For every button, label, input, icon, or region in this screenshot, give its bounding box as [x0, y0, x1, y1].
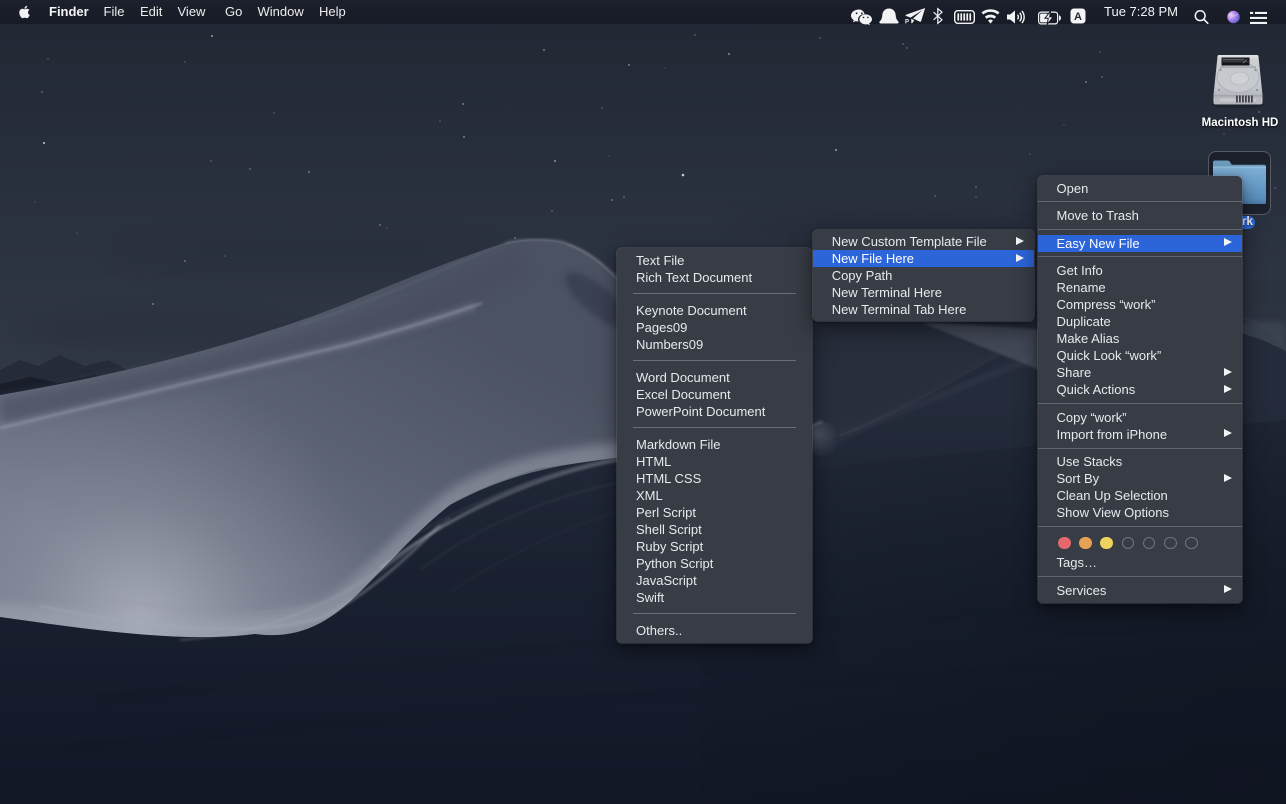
svg-text:P: P [905, 20, 909, 26]
svg-text:A: A [1074, 11, 1082, 23]
